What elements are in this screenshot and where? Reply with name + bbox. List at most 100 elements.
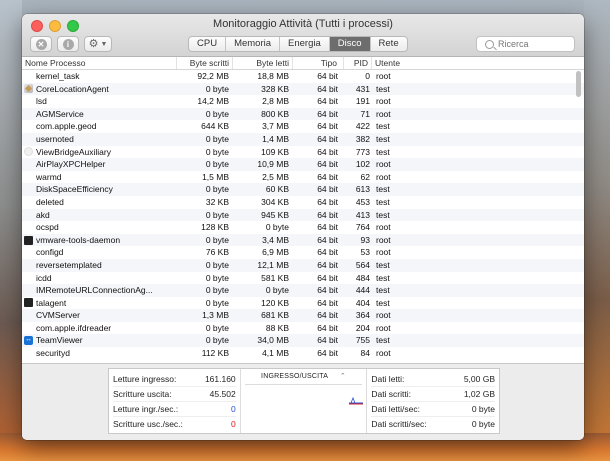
cell-type: 64 bit xyxy=(317,133,338,144)
cell-process-name: akd xyxy=(22,209,177,222)
cell-bytes-read: 3,4 MB xyxy=(262,234,289,245)
cell-user: test xyxy=(376,83,390,94)
io-stat-value: 0 xyxy=(230,419,236,429)
cell-type: 64 bit xyxy=(317,259,338,270)
table-row[interactable]: vmware-tools-daemon 0 byte 3,4 MB 64 bit 93 r… xyxy=(22,233,584,247)
data-stat-label: Dati letti/sec: xyxy=(371,404,420,414)
cell-process-name: kernel_task xyxy=(22,70,177,83)
cell-user: root xyxy=(376,310,391,321)
cell-bytes-written: 0 byte xyxy=(205,272,229,283)
terminal-app-icon xyxy=(24,235,33,245)
tab-memoria[interactable]: Memoria xyxy=(226,37,281,51)
view-tabs: CPU Memoria Energia Disco Rete xyxy=(188,36,408,52)
table-row[interactable]: ViewBridgeAuxiliary 0 byte 109 KB 64 bit 773… xyxy=(22,146,584,159)
cell-bytes-written: 128 KB xyxy=(201,222,229,233)
search-field[interactable] xyxy=(476,36,575,52)
table-row[interactable]: com.apple.ifdreader 0 byte 88 KB 64 bit 204 r… xyxy=(22,322,584,335)
cell-bytes-written: 0 byte xyxy=(205,133,229,144)
search-input[interactable] xyxy=(494,39,568,49)
cell-bytes-read: 6,9 MB xyxy=(262,247,289,258)
table-row[interactable]: CoreLocationAgent 0 byte 328 KB 64 bit 431 te… xyxy=(22,82,584,96)
io-graph-plot xyxy=(348,396,363,405)
tab-energia[interactable]: Energia xyxy=(280,37,330,51)
cell-bytes-read: 60 KB xyxy=(265,184,289,195)
table-row[interactable]: TeamViewer 0 byte 34,0 MB 64 bit 755 test xyxy=(22,334,584,348)
cell-bytes-written: 0 byte xyxy=(205,184,229,195)
table-row[interactable]: kernel_task 92,2 MB 18,8 MB 64 bit 0 root xyxy=(22,70,584,83)
vertical-scrollbar[interactable] xyxy=(576,71,581,97)
cell-bytes-written: 14,2 MB xyxy=(197,96,229,107)
cell-pid: 62 xyxy=(360,171,370,182)
cell-user: root xyxy=(376,234,391,245)
cell-bytes-written: 1,5 MB xyxy=(202,171,229,182)
cell-bytes-read: 4,1 MB xyxy=(262,348,289,359)
cell-process-name: AGMService xyxy=(22,108,177,121)
cell-pid: 71 xyxy=(360,108,370,119)
cell-bytes-read: 3,7 MB xyxy=(262,121,289,132)
table-row[interactable]: com.apple.geod 644 KB 3,7 MB 64 bit 422 test xyxy=(22,120,584,133)
cell-process-name: lsd xyxy=(22,95,177,108)
table-row[interactable]: DiskSpaceEfficiency 0 byte 60 KB 64 bit 613 t… xyxy=(22,183,584,196)
table-row[interactable]: usernoted 0 byte 1,4 MB 64 bit 382 test xyxy=(22,132,584,146)
data-stat-label: Dati scritti/sec: xyxy=(371,419,427,429)
table-row[interactable]: IMRemoteURLConnectionAg... 0 byte 0 byte 64… xyxy=(22,284,584,297)
cell-type: 64 bit xyxy=(317,146,338,157)
stats-box: Letture ingresso: 161.160 Scritture uscita… xyxy=(108,368,500,434)
cell-pid: 102 xyxy=(355,159,370,170)
table-row[interactable]: securityd 112 KB 4,1 MB 64 bit 84 root xyxy=(22,347,584,360)
table-row[interactable]: lsd 14,2 MB 2,8 MB 64 bit 191 root xyxy=(22,95,584,108)
cell-pid: 204 xyxy=(355,322,370,333)
table-row[interactable]: AGMService 0 byte 800 KB 64 bit 71 root xyxy=(22,107,584,121)
table-row[interactable]: reversetemplated 0 byte 12,1 MB 64 bit 564 te… xyxy=(22,258,584,272)
cell-type: 64 bit xyxy=(317,196,338,207)
process-name: lsd xyxy=(36,96,47,107)
cell-pid: 191 xyxy=(355,96,370,107)
tab-rete[interactable]: Rete xyxy=(371,37,407,51)
io-stat-label: Scritture uscita: xyxy=(113,389,172,399)
cell-user: test xyxy=(376,335,390,346)
inspect-process-button[interactable]: i xyxy=(57,36,79,52)
column-header-type[interactable]: Tipo xyxy=(293,57,344,69)
stats-panel: Letture ingresso: 161.160 Scritture uscita… xyxy=(22,363,584,440)
table-row[interactable]: configd 76 KB 6,9 MB 64 bit 53 root xyxy=(22,246,584,259)
cell-type: 64 bit xyxy=(317,310,338,321)
process-name: reversetemplated xyxy=(36,259,102,270)
table-row[interactable]: AirPlayXPCHelper 0 byte 10,9 MB 64 bit 102 ro… xyxy=(22,158,584,171)
action-menu-button[interactable]: ⚙ ▼ xyxy=(84,36,112,52)
cell-type: 64 bit xyxy=(317,285,338,296)
cell-process-name: securityd xyxy=(22,347,177,360)
cell-type: 64 bit xyxy=(317,209,338,220)
table-row[interactable]: akd 0 byte 945 KB 64 bit 413 test xyxy=(22,208,584,222)
column-header-name[interactable]: Nome Processo xyxy=(22,57,177,69)
cell-bytes-written: 644 KB xyxy=(201,121,229,132)
table-row[interactable]: icdd 0 byte 581 KB 64 bit 484 test xyxy=(22,272,584,285)
column-header-user[interactable]: Utente xyxy=(372,57,532,69)
cell-pid: 84 xyxy=(360,348,370,359)
table-row[interactable]: talagent 0 byte 120 KB 64 bit 404 test xyxy=(22,297,584,310)
cell-user: root xyxy=(376,348,391,359)
cell-pid: 613 xyxy=(355,184,370,195)
info-icon: i xyxy=(62,38,74,50)
column-header-bytes-read[interactable]: Byte letti xyxy=(233,57,293,69)
cell-user: root xyxy=(376,108,391,119)
cell-type: 64 bit xyxy=(317,71,338,81)
cell-bytes-read: 328 KB xyxy=(261,83,289,94)
cell-user: root xyxy=(376,71,391,81)
tab-disco[interactable]: Disco xyxy=(329,37,371,51)
io-stat-row: Scritture usc./sec.: 0 xyxy=(113,417,236,431)
table-row[interactable]: deleted 32 KB 304 KB 64 bit 453 test xyxy=(22,196,584,209)
cell-type: 64 bit xyxy=(317,184,338,195)
cell-user: test xyxy=(376,133,390,144)
cell-bytes-read: 304 KB xyxy=(261,196,289,207)
column-header-pid[interactable]: PID xyxy=(344,57,372,69)
column-header-bytes-written[interactable]: Byte scritti xyxy=(177,57,233,69)
table-row[interactable]: warmd 1,5 MB 2,5 MB 64 bit 62 root xyxy=(22,171,584,184)
tab-cpu[interactable]: CPU xyxy=(189,37,227,51)
data-stat-label: Dati letti: xyxy=(371,374,405,384)
table-row[interactable]: ocspd 128 KB 0 byte 64 bit 764 root xyxy=(22,221,584,234)
process-name: usernoted xyxy=(36,133,74,144)
quit-process-button[interactable]: ✕ xyxy=(30,36,52,52)
cell-process-name: vmware-tools-daemon xyxy=(22,234,177,247)
table-row[interactable]: CVMServer 1,3 MB 681 KB 64 bit 364 root xyxy=(22,309,584,322)
cell-bytes-read: 88 KB xyxy=(265,322,289,333)
